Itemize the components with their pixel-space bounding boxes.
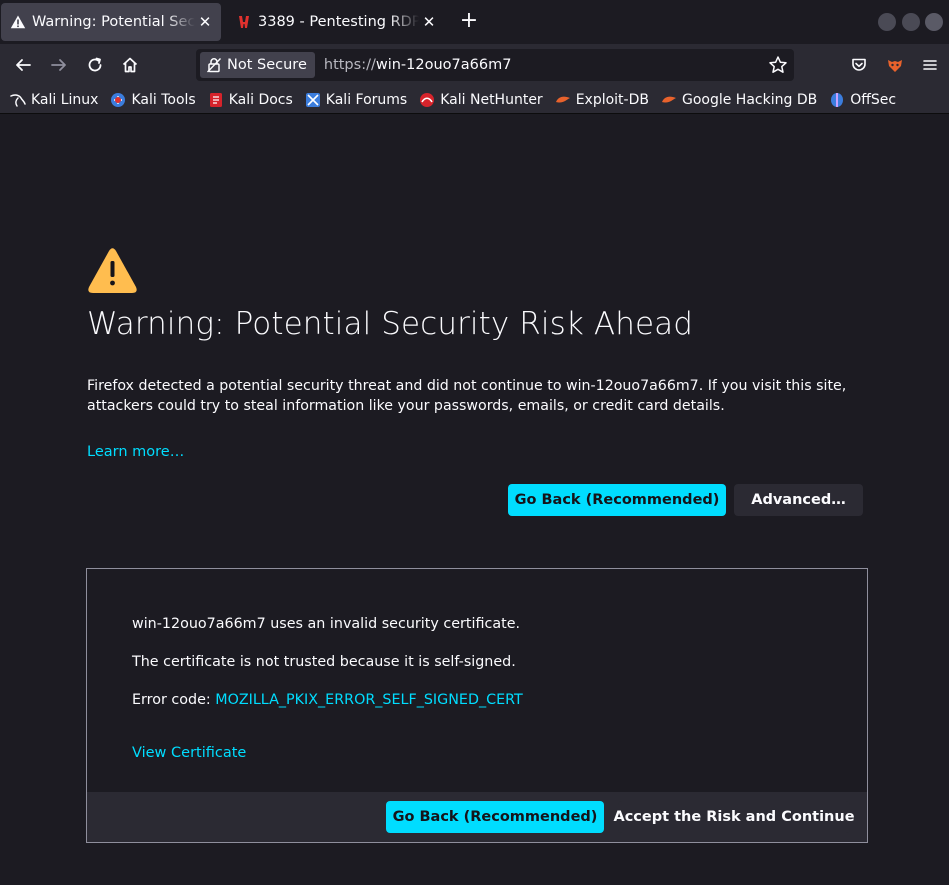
bookmark-kali-docs[interactable]: Kali Docs: [208, 92, 293, 108]
warning-triangle-icon: [88, 248, 137, 293]
page-title: Warning: Potential Security Risk Ahead: [87, 306, 693, 342]
foxyproxy-icon: [888, 60, 902, 72]
tab-security-warning[interactable]: Warning: Potential Security Risk Ahead ✕: [1, 3, 221, 41]
accept-risk-button[interactable]: Accept the Risk and Continue: [613, 801, 855, 833]
kali-docs-icon: [209, 92, 222, 107]
menu-button[interactable]: [916, 51, 944, 79]
url-host: win-12ouo7a66m7: [375, 57, 512, 73]
go-back-button[interactable]: Go Back (Recommended): [508, 484, 726, 516]
warning-icon: [10, 15, 26, 29]
bookmark-label: Kali NetHunter: [440, 91, 543, 108]
new-tab-button[interactable]: +: [456, 9, 482, 35]
tab-title: 3389 - Pentesting RDP - HackTricks: [258, 14, 419, 30]
view-certificate-link[interactable]: View Certificate: [132, 745, 246, 761]
bookmark-label: Google Hacking DB: [681, 91, 818, 108]
exploitdb-icon: [555, 96, 570, 103]
home-button[interactable]: [116, 51, 144, 79]
url-scheme: https://: [323, 57, 376, 73]
learn-more-link[interactable]: Learn more…: [87, 444, 184, 460]
bookmark-label: Kali Forums: [325, 91, 408, 108]
kali-forums-icon: [305, 92, 320, 107]
url-text[interactable]: https://win-12ouo7a66m7: [324, 57, 512, 73]
kali-tools-icon: [111, 92, 126, 107]
error-code-label: Error code:: [132, 692, 216, 708]
go-back-button-secondary[interactable]: Go Back (Recommended): [386, 801, 604, 833]
reload-button[interactable]: [81, 51, 109, 79]
tab-title: Warning: Potential Security Risk Ahead: [32, 14, 195, 30]
bookmark-kali-forums[interactable]: Kali Forums: [305, 92, 407, 108]
bookmark-label: Kali Linux: [31, 91, 99, 108]
self-signed-text: The certificate is not trusted because i…: [132, 654, 516, 670]
bookmark-kali-tools[interactable]: Kali Tools: [110, 91, 196, 108]
broken-lock-icon: [206, 58, 222, 73]
back-arrow-icon: [16, 59, 31, 71]
invalid-certificate-text: win-12ouo7a66m7 uses an invalid security…: [132, 616, 521, 632]
kali-dragon-icon: [10, 93, 26, 107]
advanced-button[interactable]: Advanced…: [734, 484, 863, 516]
hamburger-menu-icon: [923, 60, 937, 70]
bookmark-google-hacking-db[interactable]: Google Hacking DB: [661, 92, 817, 108]
bookmark-label: Kali Tools: [131, 91, 196, 108]
close-tab-icon[interactable]: ✕: [195, 12, 215, 32]
offsec-icon: [831, 92, 844, 107]
pocket-icon: [852, 58, 866, 71]
close-window-button[interactable]: [925, 13, 943, 31]
nethunter-icon: [420, 92, 435, 107]
tab-hacktricks[interactable]: 3389 - Pentesting RDP - HackTricks ✕: [227, 3, 445, 41]
maximize-button[interactable]: [902, 13, 920, 31]
advanced-panel-footer: Go Back (Recommended) Accept the Risk an…: [87, 792, 867, 842]
back-button[interactable]: [9, 51, 37, 79]
bookmark-star-icon[interactable]: [768, 55, 788, 75]
extension-button[interactable]: [881, 51, 909, 79]
bookmark-label: OffSec: [850, 91, 897, 108]
error-code-link[interactable]: MOZILLA_PKIX_ERROR_SELF_SIGNED_CERT: [215, 692, 523, 708]
bookmark-kali-nethunter[interactable]: Kali NetHunter: [419, 91, 543, 108]
home-icon: [122, 57, 138, 73]
reload-icon: [88, 57, 102, 72]
not-secure-label: Not Secure: [227, 57, 307, 73]
error-code-line: Error code: MOZILLA_PKIX_ERROR_SELF_SIGN…: [132, 692, 523, 708]
pocket-button[interactable]: [845, 51, 873, 79]
close-tab-icon[interactable]: ✕: [419, 12, 439, 32]
bookmark-kali-linux[interactable]: Kali Linux: [10, 92, 98, 108]
minimize-button[interactable]: [878, 13, 896, 31]
site-identity-button[interactable]: Not Secure: [200, 52, 315, 78]
bookmarks-toolbar: Kali Linux Kali Tools Kali Docs Kali For…: [0, 86, 949, 114]
hacktricks-icon: [239, 16, 249, 28]
tab-strip: Warning: Potential Security Risk Ahead ✕…: [0, 0, 949, 44]
bookmark-exploit-db[interactable]: Exploit-DB: [555, 92, 649, 108]
forward-button[interactable]: [45, 51, 73, 79]
bookmark-offsec[interactable]: OffSec: [829, 92, 896, 108]
forward-arrow-icon: [51, 59, 66, 71]
error-description: Firefox detected a potential security th…: [87, 378, 847, 414]
ghdb-icon: [661, 96, 676, 103]
url-bar[interactable]: Not Secure https://win-12ouo7a66m7: [196, 49, 794, 81]
advanced-panel: win-12ouo7a66m7 uses an invalid security…: [86, 568, 868, 843]
bookmark-label: Exploit-DB: [575, 91, 649, 108]
bookmark-label: Kali Docs: [228, 91, 293, 108]
navigation-toolbar: Not Secure https://win-12ouo7a66m7: [0, 44, 949, 86]
